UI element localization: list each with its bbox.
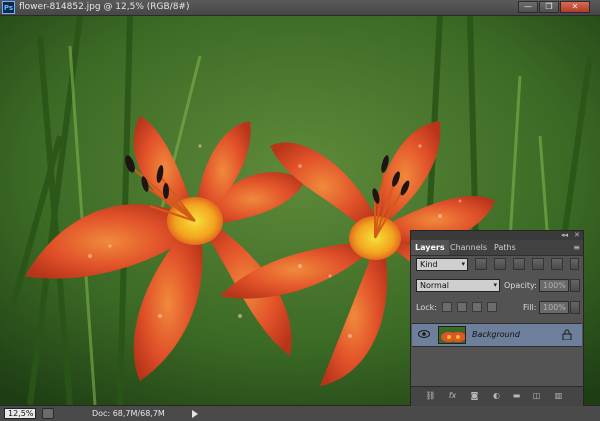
blend-row: Normal ▾ Opacity: 100% <box>411 279 583 293</box>
blend-mode-select[interactable]: Normal ▾ <box>416 279 500 292</box>
panel-menu-icon[interactable]: ≡ <box>573 243 580 252</box>
zoom-level-field[interactable]: 12,5% <box>4 408 36 419</box>
document-size-info: Doc: 68,7M/68,7M <box>92 409 165 418</box>
filter-shape-icon[interactable] <box>532 258 544 270</box>
lock-label: Lock: <box>416 303 437 312</box>
filter-kind-select[interactable]: Kind ▾ <box>416 258 468 271</box>
document-profile-icon[interactable] <box>42 408 54 419</box>
fill-field[interactable]: 100% <box>539 301 569 314</box>
panel-dock-header[interactable]: ◂◂ ✕ <box>411 231 583 240</box>
lock-icon <box>562 329 572 340</box>
restore-button[interactable]: ❐ <box>539 1 559 13</box>
filter-adjustment-icon[interactable] <box>494 258 506 270</box>
filter-smart-object-icon[interactable] <box>551 258 563 270</box>
trash-icon[interactable]: ▥ <box>553 391 564 401</box>
document-title: flower-814852.jpg @ 12,5% (RGB/8#) <box>19 2 190 12</box>
lock-all-icon[interactable] <box>487 302 497 312</box>
tab-layers[interactable]: Layers <box>411 240 449 255</box>
layer-thumbnail <box>438 326 466 344</box>
mask-icon[interactable]: ◙ <box>469 391 480 401</box>
filter-type-icon[interactable] <box>513 258 525 270</box>
adjustment-icon[interactable]: ◐ <box>491 391 502 401</box>
link-icon[interactable]: ⛓ <box>425 391 436 401</box>
close-button[interactable]: ✕ <box>560 1 590 13</box>
document-title-bar[interactable]: Ps flower-814852.jpg @ 12,5% (RGB/8#) — … <box>0 0 600 16</box>
group-icon[interactable]: ▬ <box>511 391 522 401</box>
chevron-down-icon: ▾ <box>493 281 497 289</box>
close-panel-icon[interactable]: ✕ <box>574 231 580 239</box>
panel-tabs: Layers Channels Paths ≡ <box>411 240 583 256</box>
layers-bottom-toolbar: ⛓ fx ◙ ◐ ▬ ◫ ▥ <box>411 386 583 406</box>
blend-mode-value: Normal <box>420 281 449 290</box>
filter-row: Kind ▾ <box>411 258 583 272</box>
opacity-slider-arrow-icon[interactable] <box>570 279 580 292</box>
lock-image-pixels-icon[interactable] <box>457 302 467 312</box>
status-bar: 12,5% Doc: 68,7M/68,7M <box>0 405 600 421</box>
status-menu-arrow-icon[interactable] <box>192 410 198 418</box>
filter-pixel-icon[interactable] <box>475 258 487 270</box>
new-layer-icon[interactable]: ◫ <box>531 391 542 401</box>
opacity-label: Opacity: <box>504 281 537 290</box>
lock-row: Lock: Fill: 100% <box>411 301 583 315</box>
layer-row-background[interactable]: Background <box>412 323 582 347</box>
minimize-button[interactable]: — <box>518 1 538 13</box>
tab-channels[interactable]: Channels <box>446 240 491 255</box>
photoshop-logo-icon: Ps <box>2 1 15 14</box>
lock-transparent-pixels-icon[interactable] <box>442 302 452 312</box>
collapse-panel-icon[interactable]: ◂◂ <box>561 231 568 239</box>
tab-paths[interactable]: Paths <box>490 240 520 255</box>
lock-position-icon[interactable] <box>472 302 482 312</box>
layer-name[interactable]: Background <box>472 330 520 339</box>
filter-kind-label: Kind <box>420 260 438 269</box>
filter-toggle-icon[interactable] <box>570 258 579 270</box>
fill-slider-arrow-icon[interactable] <box>570 301 580 314</box>
fill-label: Fill: <box>523 303 537 312</box>
opacity-field[interactable]: 100% <box>539 279 569 292</box>
fx-icon[interactable]: fx <box>447 391 458 401</box>
chevron-down-icon: ▾ <box>461 260 465 268</box>
eye-icon[interactable] <box>418 329 430 339</box>
layers-panel: ◂◂ ✕ Layers Channels Paths ≡ Kind ▾ Norm… <box>410 230 584 406</box>
